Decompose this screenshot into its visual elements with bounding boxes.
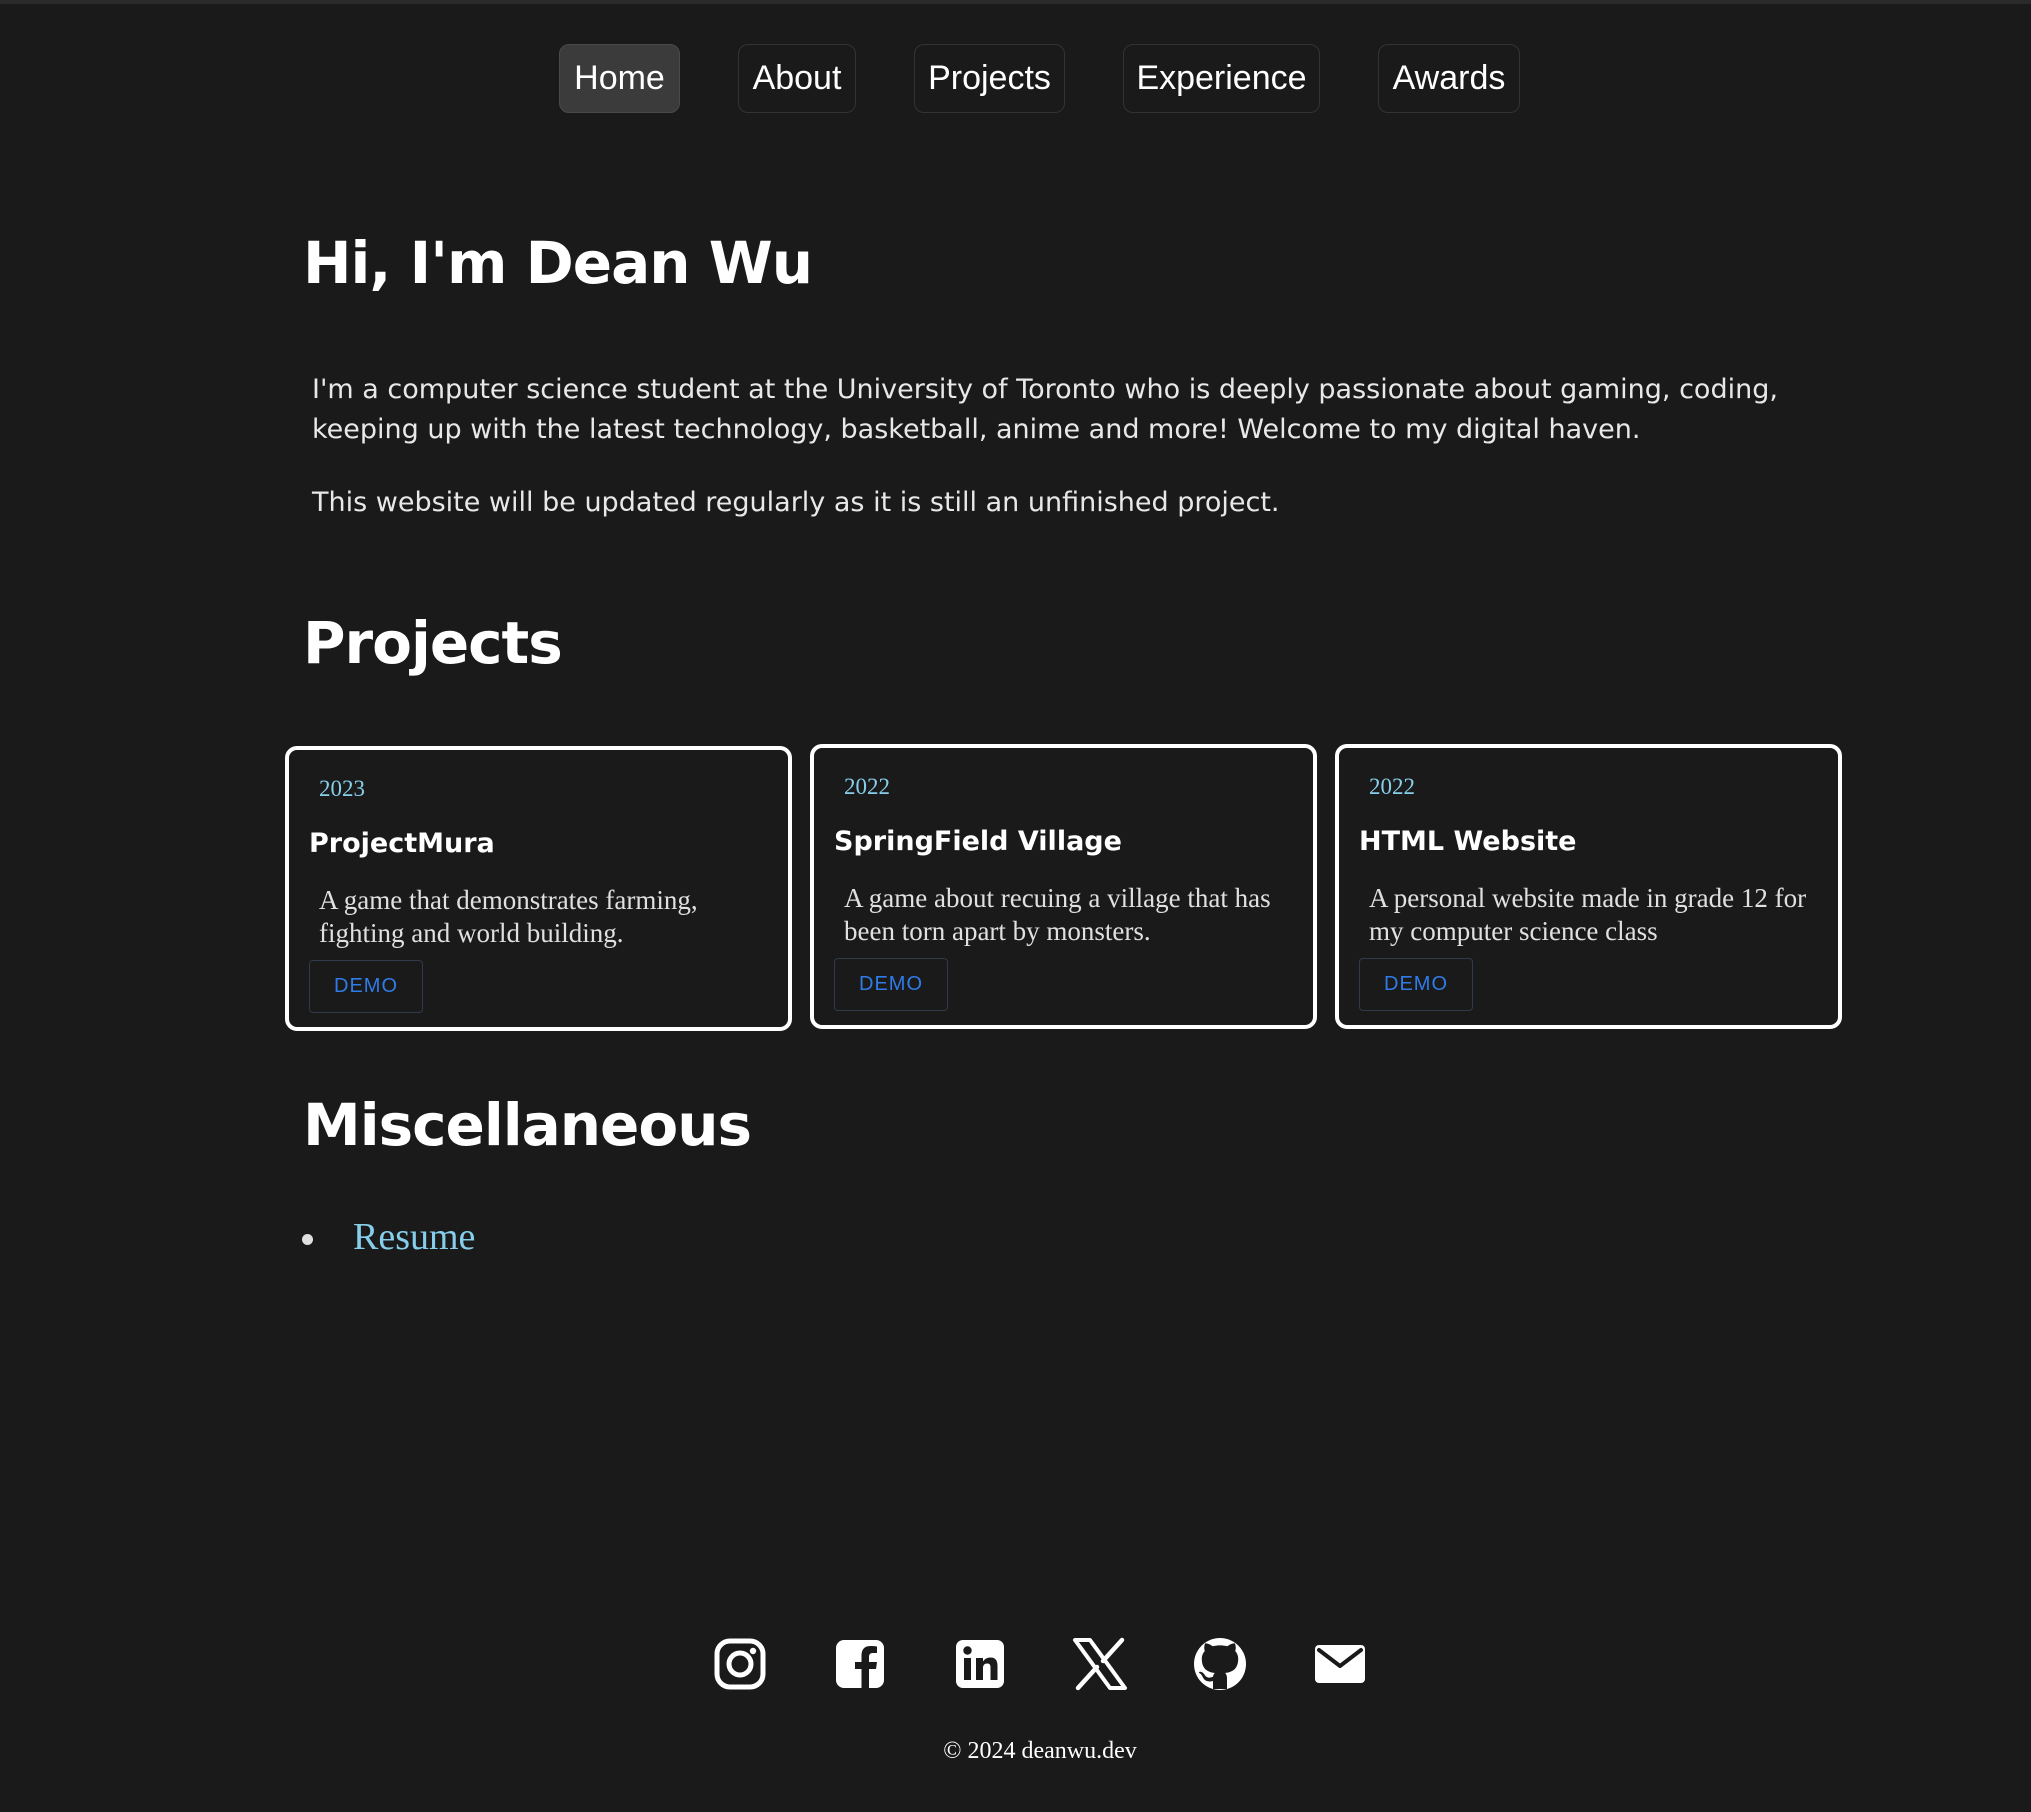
demo-button[interactable]: DEMO [1359,958,1473,1011]
project-description: A personal website made in grade 12 for … [1369,883,1807,946]
project-title: SpringField Village [834,826,1122,857]
projects-heading: Projects [303,609,563,677]
project-year: 2022 [844,774,890,799]
mail-icon[interactable] [1312,1636,1368,1692]
github-icon[interactable] [1192,1636,1248,1692]
nav-experience-button[interactable]: Experience [1123,44,1320,113]
project-description: A game that demonstrates farming, fighti… [319,885,698,948]
demo-button[interactable]: DEMO [834,958,948,1011]
nav-about-button[interactable]: About [738,44,856,113]
list-bullet [302,1234,313,1245]
x-icon[interactable] [1072,1636,1128,1692]
project-year: 2023 [319,776,365,801]
intro-paragraph: I'm a computer science student at the Un… [312,374,1778,445]
facebook-icon[interactable] [832,1636,888,1692]
copyright-text: © 2024 deanwu.dev [943,1738,1137,1764]
project-card-springfield: 2022 SpringField Village A game about re… [810,744,1317,1029]
project-description: A game about recuing a village that has … [844,883,1271,946]
nav-projects-button[interactable]: Projects [914,44,1065,113]
project-title: ProjectMura [309,828,495,859]
linkedin-icon[interactable] [952,1636,1008,1692]
nav-awards-button[interactable]: Awards [1378,44,1520,113]
project-card-projectmura: 2023 ProjectMura A game that demonstrate… [285,746,792,1031]
instagram-icon[interactable] [712,1636,768,1692]
top-border [0,0,2031,4]
project-card-html-website: 2022 HTML Website A personal website mad… [1335,744,1842,1029]
project-title: HTML Website [1359,826,1577,857]
demo-button[interactable]: DEMO [309,960,423,1013]
misc-heading: Miscellaneous [303,1091,752,1159]
project-year: 2022 [1369,774,1415,799]
nav-home-button[interactable]: Home [559,44,680,113]
resume-link[interactable]: Resume [353,1215,475,1259]
page-title: Hi, I'm Dean Wu [303,229,813,297]
update-note: This website will be updated regularly a… [312,487,1280,518]
